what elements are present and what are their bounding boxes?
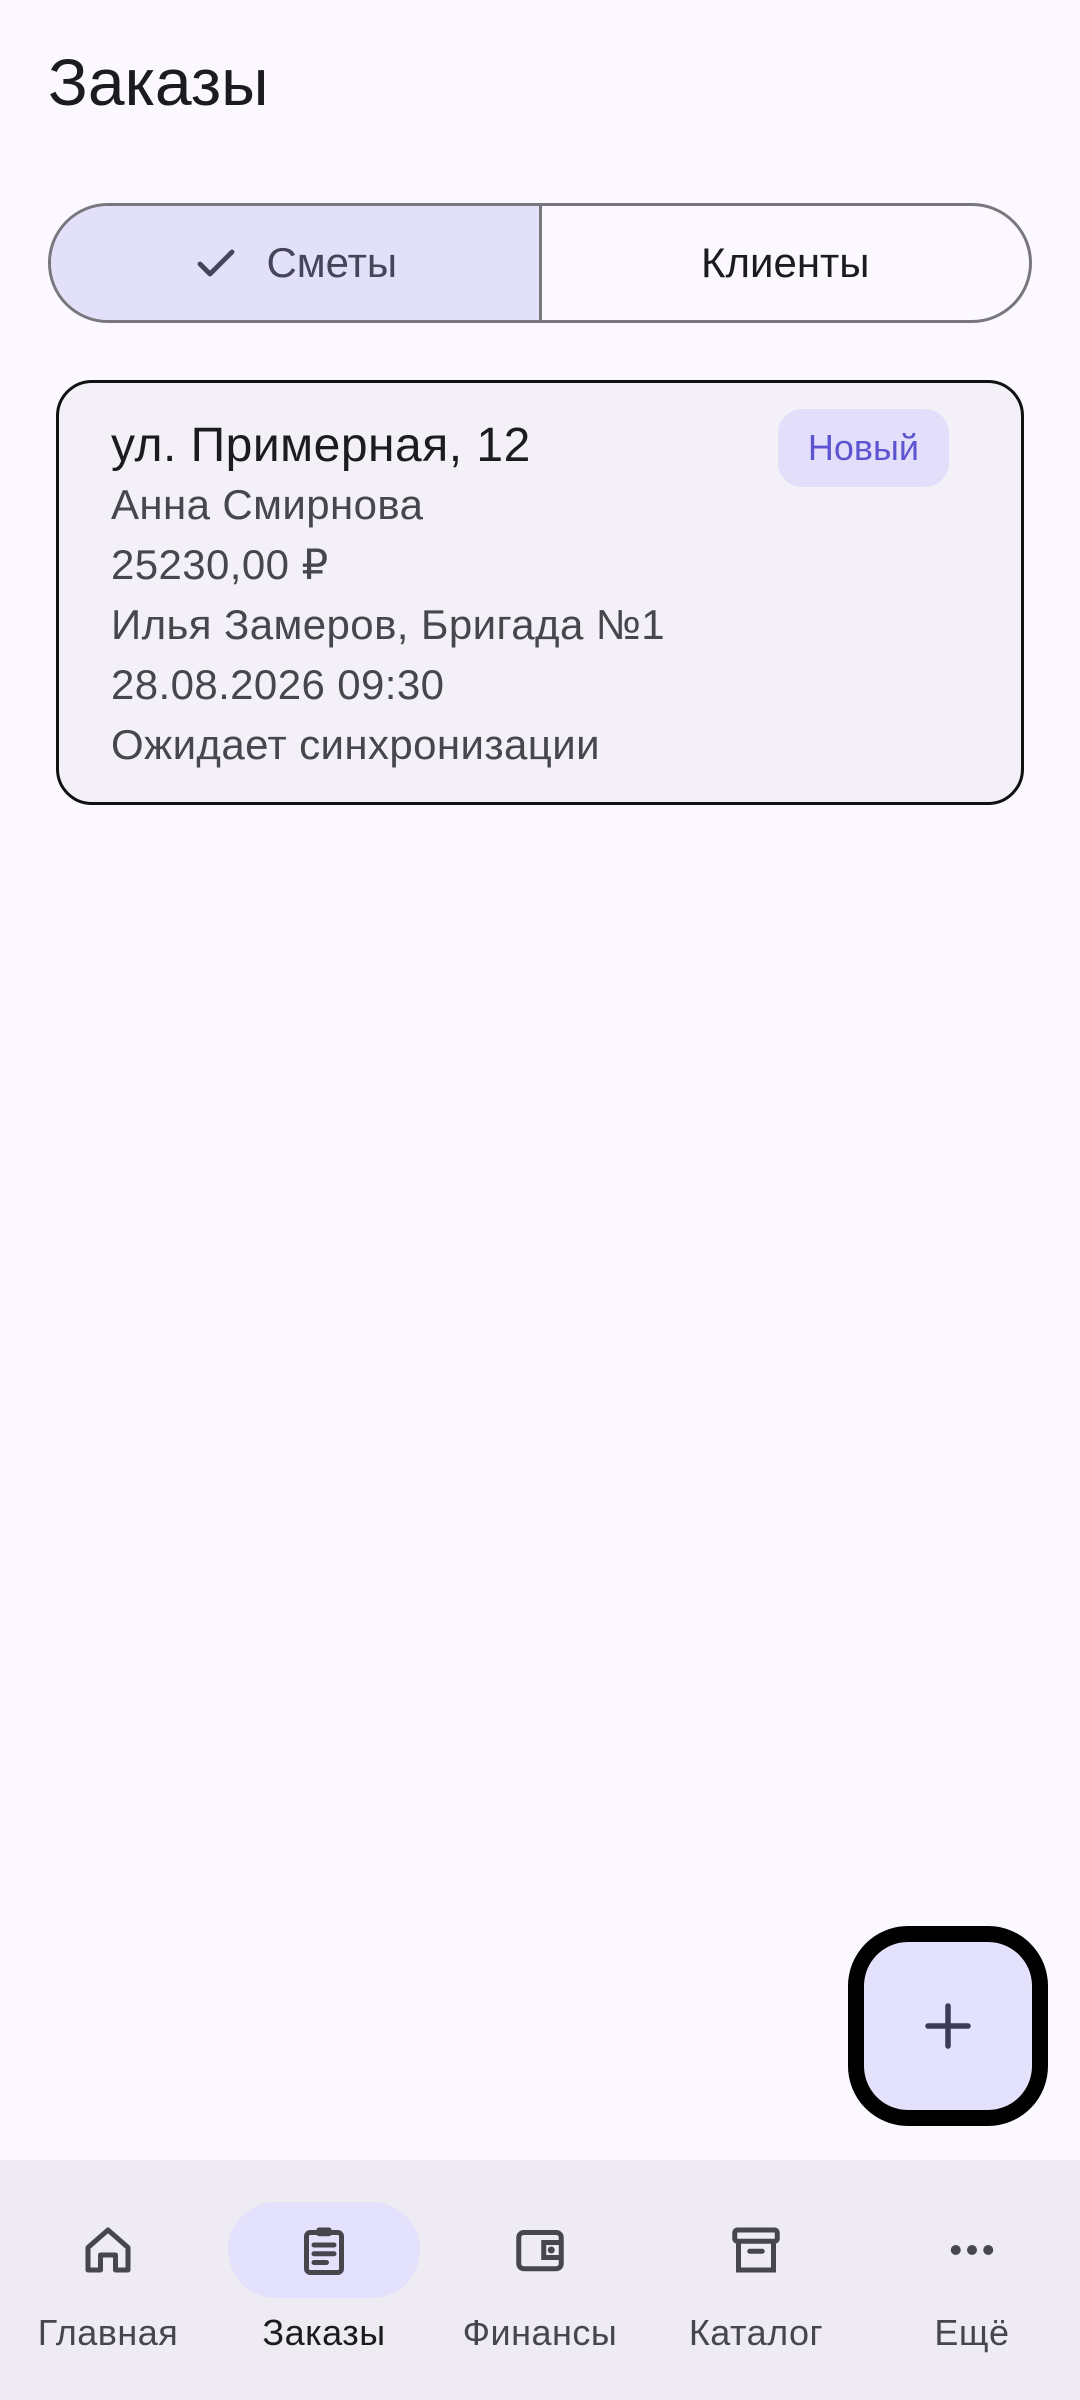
order-sync-status: Ожидает синхронизации bbox=[111, 721, 600, 768]
segmented-control: Сметы Клиенты bbox=[48, 203, 1032, 323]
status-badge: Новый bbox=[777, 409, 949, 487]
segment-estimates-label: Сметы bbox=[266, 239, 398, 286]
nav-label-home: Главная bbox=[37, 2312, 179, 2353]
nav-item-home[interactable]: Главная bbox=[0, 2160, 216, 2400]
home-icon bbox=[85, 2227, 131, 2273]
order-datetime: 28.08.2026 09:30 bbox=[111, 661, 445, 708]
nav-label-more: Ещё bbox=[934, 2312, 1010, 2353]
segment-clients-label: Клиенты bbox=[701, 239, 870, 286]
bottom-navigation: Главная Заказы Финансы Каталог Ещё bbox=[0, 2160, 1080, 2400]
order-crew: Илья Замеров, Бригада №1 bbox=[111, 601, 666, 648]
nav-icon-container bbox=[876, 2202, 1068, 2298]
nav-label-catalog: Каталог bbox=[688, 2312, 824, 2353]
nav-item-catalog[interactable]: Каталог bbox=[648, 2160, 864, 2400]
nav-icon-container bbox=[12, 2202, 204, 2298]
nav-label-orders: Заказы bbox=[262, 2312, 386, 2353]
nav-item-finance[interactable]: Финансы bbox=[432, 2160, 648, 2400]
page-title: Заказы bbox=[48, 45, 269, 119]
nav-icon-container bbox=[228, 2202, 420, 2298]
nav-item-more[interactable]: Ещё bbox=[864, 2160, 1080, 2400]
archive-icon bbox=[732, 2227, 780, 2273]
app-root: Заказы Сметы Клиенты ул. Примерная, 12 Н… bbox=[0, 0, 1080, 2400]
nav-item-orders[interactable]: Заказы bbox=[216, 2160, 432, 2400]
order-card[interactable]: ул. Примерная, 12 Новый Анна Смирнова 25… bbox=[56, 380, 1024, 805]
plus-icon bbox=[925, 2003, 971, 2049]
wallet-icon bbox=[516, 2230, 564, 2272]
more-horizontal-icon bbox=[950, 2245, 994, 2255]
order-amount: 25230,00 ₽ bbox=[111, 541, 329, 588]
check-icon bbox=[198, 249, 235, 277]
nav-icon-container bbox=[660, 2202, 852, 2298]
segment-clients[interactable]: Клиенты bbox=[538, 206, 1030, 320]
segment-estimates[interactable]: Сметы bbox=[51, 206, 539, 320]
nav-label-finance: Финансы bbox=[462, 2312, 618, 2353]
nav-icon-container bbox=[444, 2202, 636, 2298]
clipboard-icon bbox=[304, 2227, 344, 2275]
add-order-button[interactable] bbox=[848, 1926, 1048, 2126]
